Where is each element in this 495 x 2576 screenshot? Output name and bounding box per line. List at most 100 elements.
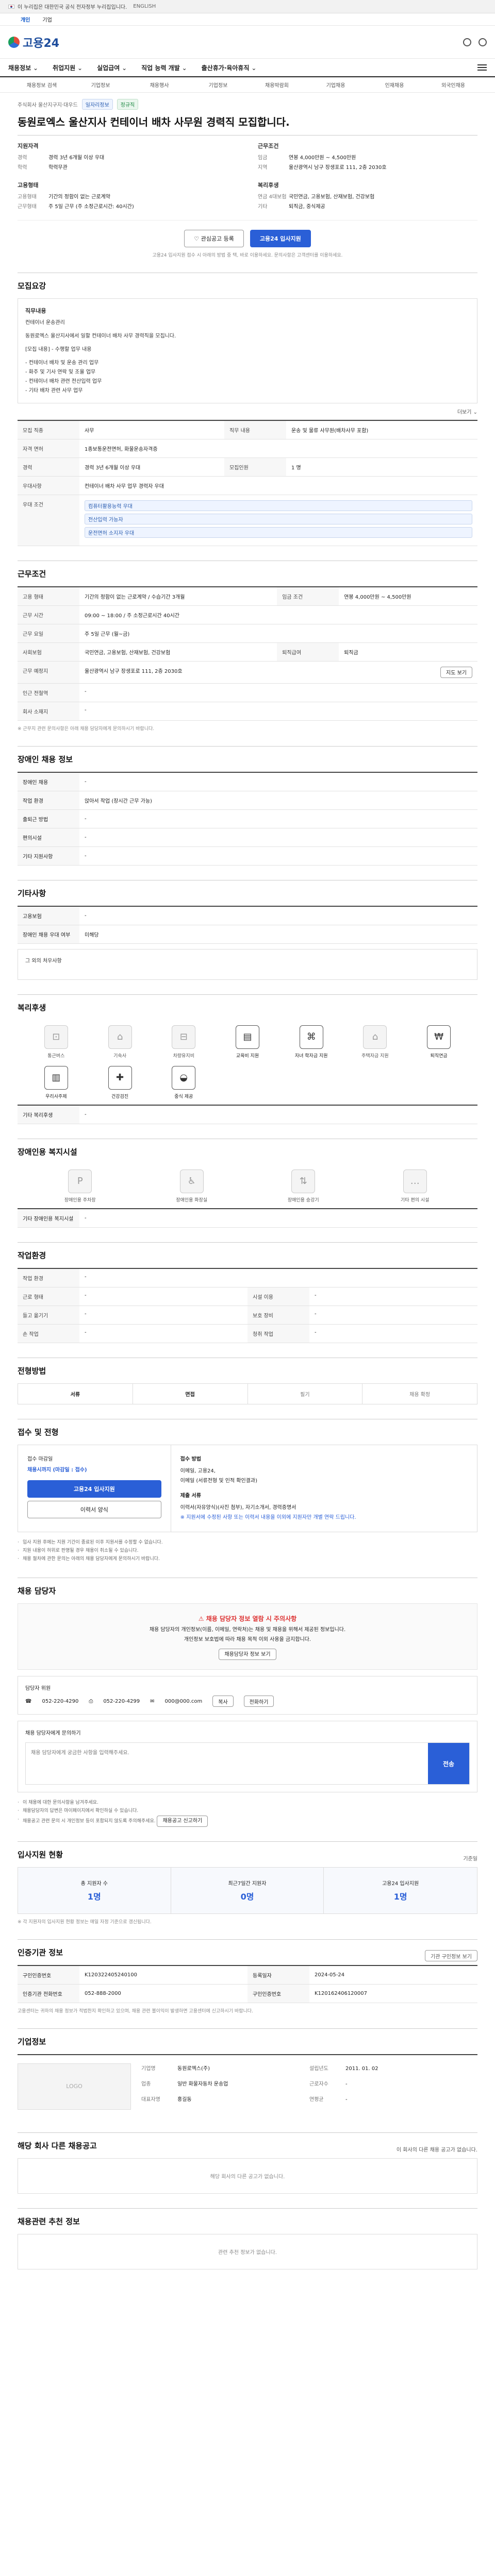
table-key: 장애인 채용 (18, 772, 79, 791)
apply-note: 고용24 입사지원 접수 시 아래의 방법 중 택, 바로 이용하세요. 문의사… (152, 253, 343, 258)
kv-key: 경력 (18, 155, 27, 161)
kv-value: 학력무관 (48, 165, 68, 171)
welfare-grid: ⊡ 통근버스 ⌂ 기숙사 ⊟ 차량유지비 ▤ 교육비 지원 ⌘ 자녀 학자금 지원 ⌂ 주택… (18, 1020, 477, 1105)
subnav-item[interactable]: 기업정보 (71, 81, 130, 89)
more-toggle[interactable]: 더보기 ⌄ (18, 403, 477, 420)
call-button[interactable]: 전화하기 (243, 1696, 274, 1707)
welfare-item: ▥ 우리사주제 (28, 1065, 85, 1099)
contact-fax: 052-220-4299 (103, 1698, 140, 1704)
nav-training[interactable]: 직업 능력 개발 (141, 63, 187, 72)
table-value: - (309, 1287, 477, 1306)
book-icon: ▤ (235, 1025, 259, 1049)
table-row: 장애인 채용 - (18, 772, 477, 791)
section-title: 장애인용 복지시설 (18, 1147, 77, 1157)
table-value: - (79, 772, 477, 791)
contact-info: 담당자 위원 ☎ 052-220-4290 ⎙ 052-220-4299 ✉ 0… (18, 1676, 477, 1715)
preference-tag: 운전면허 소지자 우대 (85, 527, 472, 538)
desc-line: - 컨테이너 배차 관련 전산입력 업무 (25, 378, 102, 384)
welfare-label: 장애인용 주차장 (64, 1197, 96, 1203)
welfare-item: … 기타 편의 시설 (363, 1169, 468, 1203)
bus-icon: ⊡ (44, 1025, 68, 1049)
tab-company[interactable]: 기업 (42, 15, 52, 23)
welfare-extra-table: 기타 복리후생 - (18, 1104, 477, 1124)
table-row: 근무 예정지 울산광역시 남구 장생포로 111, 2층 2030호 지도 보기 (18, 661, 477, 684)
kv-key: 임금 (258, 155, 268, 161)
stat-value: 0명 (240, 1891, 254, 1902)
report-button[interactable]: 채용공고 신고하기 (157, 1815, 208, 1827)
save-job-label: 관심공고 등록 (201, 235, 234, 242)
table-key: 작업 환경 (18, 1268, 79, 1287)
table-value: 기간의 정함이 없는 근로계약 / 수습기간 3개월 (79, 586, 277, 606)
kv-value: 주 5일 근무 (주 소정근로시간: 40시간) (48, 204, 134, 210)
welfare-section: 복리후생 ⊡ 통근버스 ⌂ 기숙사 ⊟ 차량유지비 ▤ 교육비 지원 ⌘ 자녀 학자금 지… (18, 994, 477, 1124)
nav-leave[interactable]: 출산휴가·육아휴직 (202, 63, 257, 72)
table-key: 근로 형태 (18, 1287, 79, 1306)
table-key: 우대 조건 (18, 495, 79, 546)
table-row: 회사 소재지 - (18, 702, 477, 721)
subnav-item[interactable]: 인재채용 (365, 81, 424, 89)
table-key: 장애인 채용 우대 여부 (18, 925, 79, 944)
save-job-button[interactable]: ♡ 관심공고 등록 (184, 230, 244, 247)
table-value: 사무 (79, 420, 224, 439)
apply-left: 접수 마감일 채용시까지 (마감일 : 접수) 고용24 입사지원 이력서 양식 (18, 1445, 171, 1532)
nav-unemployment[interactable]: 실업급여 (97, 63, 127, 72)
language-link[interactable]: ENGLISH (133, 4, 156, 9)
heart-icon: ♡ (194, 235, 201, 242)
table-value: 컨테이너 배차 사무 업무 경력자 우대 (79, 476, 477, 495)
user-icon[interactable] (478, 38, 487, 46)
summary-heading: 근무조건 (258, 143, 279, 149)
map-button[interactable]: 지도 보기 (440, 666, 472, 678)
table-key: 들고 옮기기 (18, 1306, 79, 1325)
table-key: 사회보험 (18, 642, 79, 662)
env-table: 작업 환경 - 근로 형태 - 시설 이용 - 들고 옮기기 - 보호 장비 - 손 작업 - 청… (18, 1267, 477, 1343)
table-row: 사회보험 국민연금, 고용보험, 산재보험, 건강보험 퇴직급여 퇴직금 (18, 642, 477, 662)
welfare-item: ▤ 교육비 지원 (219, 1025, 276, 1059)
subnav-item[interactable]: 채용박람회 (248, 81, 306, 89)
nav-support[interactable]: 취업지원 (53, 63, 82, 72)
resume-form-button[interactable]: 이력서 양식 (27, 1500, 161, 1518)
reveal-contact-button[interactable]: 채용담당자 정보 보기 (219, 1649, 276, 1660)
subnav-item[interactable]: 기업채용 (306, 81, 365, 89)
hamburger-menu-icon[interactable] (477, 64, 487, 71)
subnav-item[interactable]: 기업정보 (189, 81, 248, 89)
nav-jobs[interactable]: 채용정보 (8, 63, 38, 72)
auth-table: 구인인증번호 K120322405240100 등록일자 2024-05-24 인증기… (18, 1964, 477, 2003)
table-value: K120322405240100 (79, 1965, 248, 1985)
desc-line: 동원로엑스 울산지사에서 일할 컨테이너 배차 사무 경력직을 모집니다. (25, 333, 176, 339)
auth-button[interactable]: 기관 구인정보 보기 (425, 1950, 477, 1962)
welfare-label: 통근버스 (47, 1053, 65, 1059)
desc-line: - 화주 및 기사 연락 및 조율 업무 (25, 369, 96, 375)
subnav-item[interactable]: 채용행사 (130, 81, 189, 89)
subnav-item[interactable]: 외국인채용 (424, 81, 483, 89)
copy-button[interactable]: 복사 (212, 1696, 234, 1707)
table-key: 임금 조건 (277, 586, 339, 606)
badge-job-info: 일자리정보 (81, 99, 113, 110)
table-row: 출퇴근 방법 - (18, 809, 477, 828)
meal-icon: ◒ (172, 1065, 196, 1090)
apply-button[interactable]: 고용24 입사지원 (250, 230, 311, 247)
deadline-value: 채용시까지 (마감일 : 접수) (27, 1467, 87, 1473)
table-value: 1 명 (286, 457, 477, 477)
fax-icon: ⎙ (89, 1698, 93, 1704)
stat-online: 고용24 입사지원 1명 (324, 1868, 477, 1913)
job-description: 직무내용 컨테이너 운송관리 동원로엑스 울산지사에서 일할 컨테이너 배차 사… (18, 298, 477, 403)
table-value: - (309, 1324, 477, 1343)
stats-refresh[interactable]: 기준일 (463, 1854, 477, 1862)
site-logo[interactable]: 고용24 (8, 34, 59, 50)
method-value: 이메일 (서류전형 및 인적 확인결과) (180, 1478, 257, 1484)
kv-value: 2011. 01. 02 (345, 2065, 378, 2072)
tab-individual[interactable]: 개인 (21, 15, 30, 23)
table-value: - (79, 828, 477, 847)
apply-button-2[interactable]: 고용24 입사지원 (27, 1480, 161, 1498)
inquiry-input[interactable] (26, 1743, 428, 1785)
kv-value: 국민연금, 고용보험, 산재보험, 건강보험 (289, 194, 375, 200)
table-value: 경력 3년 6개월 이상 우대 (79, 457, 224, 477)
send-button[interactable]: 전송 (428, 1743, 469, 1785)
other-jobs-empty: 해당 회사의 다른 공고가 없습니다. (18, 2158, 477, 2194)
section-title: 복리후생 (18, 1003, 46, 1012)
subnav-item[interactable]: 채용정보 검색 (12, 81, 71, 89)
search-icon[interactable] (463, 38, 471, 46)
table-value: - (79, 683, 477, 702)
table-key: 회사 소재지 (18, 702, 79, 721)
warning-line: 개인정보 보호법에 따라 채용 목적 이외 사용을 금지합니다. (184, 1637, 311, 1643)
